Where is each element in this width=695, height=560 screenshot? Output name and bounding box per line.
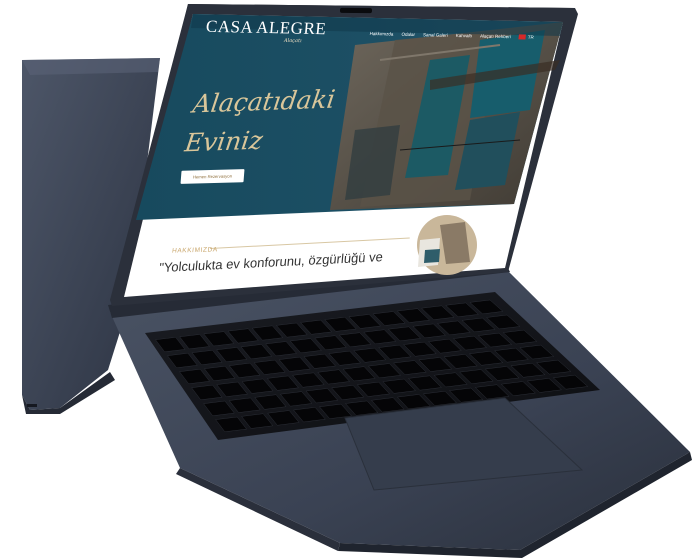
website-screen [124, 14, 563, 297]
site-logo[interactable]: CASA ALEGRE [205, 17, 327, 39]
laptop-illustration [22, 4, 692, 558]
nav-item-about[interactable]: Hakkımızda [369, 31, 393, 37]
turkey-flag-icon [518, 34, 527, 40]
nav-item-guide[interactable]: Alaçatı Rehberi [480, 34, 511, 40]
port-indicator [27, 404, 37, 407]
nav-item-gallery[interactable]: Sanal Galeri [423, 32, 448, 38]
camera-notch [339, 7, 372, 14]
language-switch[interactable]: TR [518, 34, 534, 40]
nav-item-rooms[interactable]: Odalar [401, 32, 415, 38]
nav-item-breakfast[interactable]: Kahvaltı [455, 33, 472, 39]
reservation-button[interactable]: Hemen Rezervasyon [180, 169, 245, 184]
language-label: TR [527, 34, 535, 40]
